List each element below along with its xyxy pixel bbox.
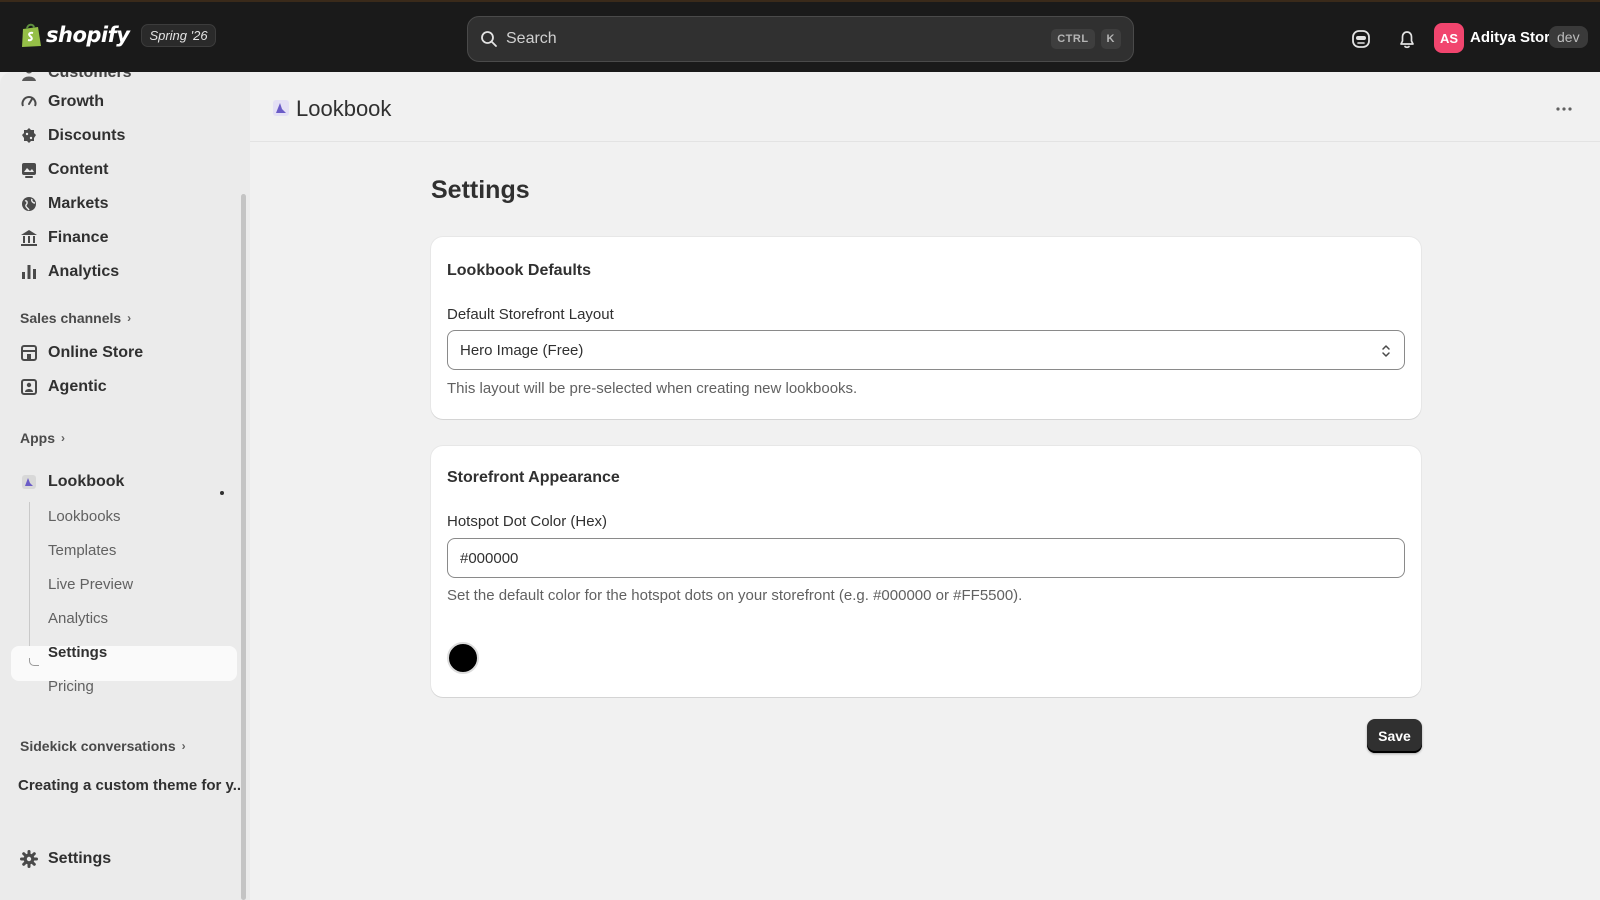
card-title: Lookbook Defaults <box>447 262 592 279</box>
submenu-hook-icon <box>29 658 39 666</box>
more-options-icon[interactable] <box>1554 100 1574 118</box>
color-swatch <box>447 642 479 674</box>
sidebar-item-analytics[interactable]: Analytics <box>20 263 119 281</box>
sidebar-item-lookbook[interactable]: Lookbook <box>20 473 124 491</box>
chevron-right-icon: › <box>61 431 65 445</box>
bell-icon[interactable] <box>1396 28 1418 50</box>
sidebar-subitem-live-preview[interactable]: Live Preview <box>48 576 133 593</box>
app-pin-indicator <box>220 491 224 495</box>
bank-icon <box>21 230 37 246</box>
sidebar-subitem-templates[interactable]: Templates <box>48 542 116 559</box>
edition-badge: Spring '26 <box>141 23 216 47</box>
discount-icon <box>22 128 36 143</box>
top-bar: shopify Spring '26 Search CTRL K AS Adit… <box>0 0 1600 72</box>
search-bar[interactable]: Search CTRL K <box>467 16 1134 62</box>
sidebar-item-markets[interactable]: Markets <box>20 195 108 213</box>
env-badge: dev <box>1549 26 1588 48</box>
help-text: This layout will be pre-selected when cr… <box>447 380 858 397</box>
sidekick-conversations-heading[interactable]: Sidekick conversations › <box>20 738 186 754</box>
shortcut-key-k: K <box>1100 29 1121 49</box>
apps-heading[interactable]: Apps › <box>20 430 65 446</box>
active-item-highlight <box>11 646 237 681</box>
store-name[interactable]: Aditya Store <box>1470 29 1558 46</box>
card-title: Storefront Appearance <box>447 469 620 486</box>
shortcut-key-ctrl: CTRL <box>1051 29 1095 49</box>
sidebar-item-settings[interactable]: Settings <box>20 850 111 868</box>
sales-channels-heading[interactable]: Sales channels › <box>20 310 131 326</box>
sidebar-item-customers[interactable]: Customers <box>20 72 132 82</box>
lookbook-defaults-card: Lookbook Defaults Default Storefront Lay… <box>431 237 1421 419</box>
avatar[interactable]: AS <box>1434 23 1464 53</box>
content-icon <box>22 163 36 178</box>
sidebar-item-online-store[interactable]: Online Store <box>20 344 143 362</box>
globe-icon <box>22 197 36 211</box>
page-title: Settings <box>431 176 530 204</box>
brand-wordmark: shopify <box>46 23 130 47</box>
select-arrows-icon <box>1382 345 1390 357</box>
search-icon <box>481 31 497 47</box>
hotspot-color-input[interactable] <box>447 538 1405 578</box>
chevron-right-icon: › <box>127 311 132 325</box>
field-label: Default Storefront Layout <box>447 306 614 323</box>
chevron-right-icon: › <box>181 739 186 753</box>
shopify-bag-icon <box>22 23 41 47</box>
search-input[interactable]: Search <box>506 30 1045 48</box>
sidekick-icon[interactable] <box>1350 28 1372 50</box>
sidebar-subitem-analytics[interactable]: Analytics <box>48 610 108 627</box>
shopify-logo[interactable]: shopify Spring '26 <box>20 22 216 48</box>
app-title: Lookbook <box>296 96 392 121</box>
sidebar-item-growth[interactable]: Growth <box>20 93 104 111</box>
sidebar-item-content[interactable]: Content <box>20 161 108 179</box>
store-icon <box>21 345 37 361</box>
sidebar-subitem-lookbooks[interactable]: Lookbooks <box>48 508 121 525</box>
bar-chart-icon <box>22 265 36 279</box>
growth-icon <box>21 96 37 107</box>
field-label: Hotspot Dot Color (Hex) <box>447 513 608 530</box>
sidebar-item-finance[interactable]: Finance <box>20 229 108 247</box>
lookbook-app-icon <box>22 475 36 489</box>
sidebar-subitem-settings[interactable]: Settings <box>48 644 107 661</box>
sidebar-item-discounts[interactable]: Discounts <box>20 127 125 145</box>
help-text: Set the default color for the hotspot do… <box>447 587 1023 604</box>
select-value: Hero Image (Free) <box>460 341 584 359</box>
save-button[interactable]: Save <box>1367 719 1422 753</box>
storefront-layout-select[interactable]: Hero Image (Free) <box>447 330 1405 370</box>
person-icon <box>22 72 36 81</box>
lookbook-app-icon <box>273 100 289 116</box>
storefront-appearance-card: Storefront Appearance Hotspot Dot Color … <box>431 446 1421 697</box>
sidebar-item-agentic[interactable]: Agentic <box>20 378 107 396</box>
sidebar-scrollbar[interactable] <box>241 194 246 900</box>
sidebar: Customers Growth Discounts Content Marke… <box>0 72 250 900</box>
agent-icon <box>21 379 37 395</box>
sidekick-conversation-item[interactable]: Creating a custom theme for y... <box>18 777 245 794</box>
app-header <box>250 72 1600 142</box>
sidebar-subitem-pricing[interactable]: Pricing <box>48 678 94 695</box>
gear-icon <box>20 850 38 868</box>
